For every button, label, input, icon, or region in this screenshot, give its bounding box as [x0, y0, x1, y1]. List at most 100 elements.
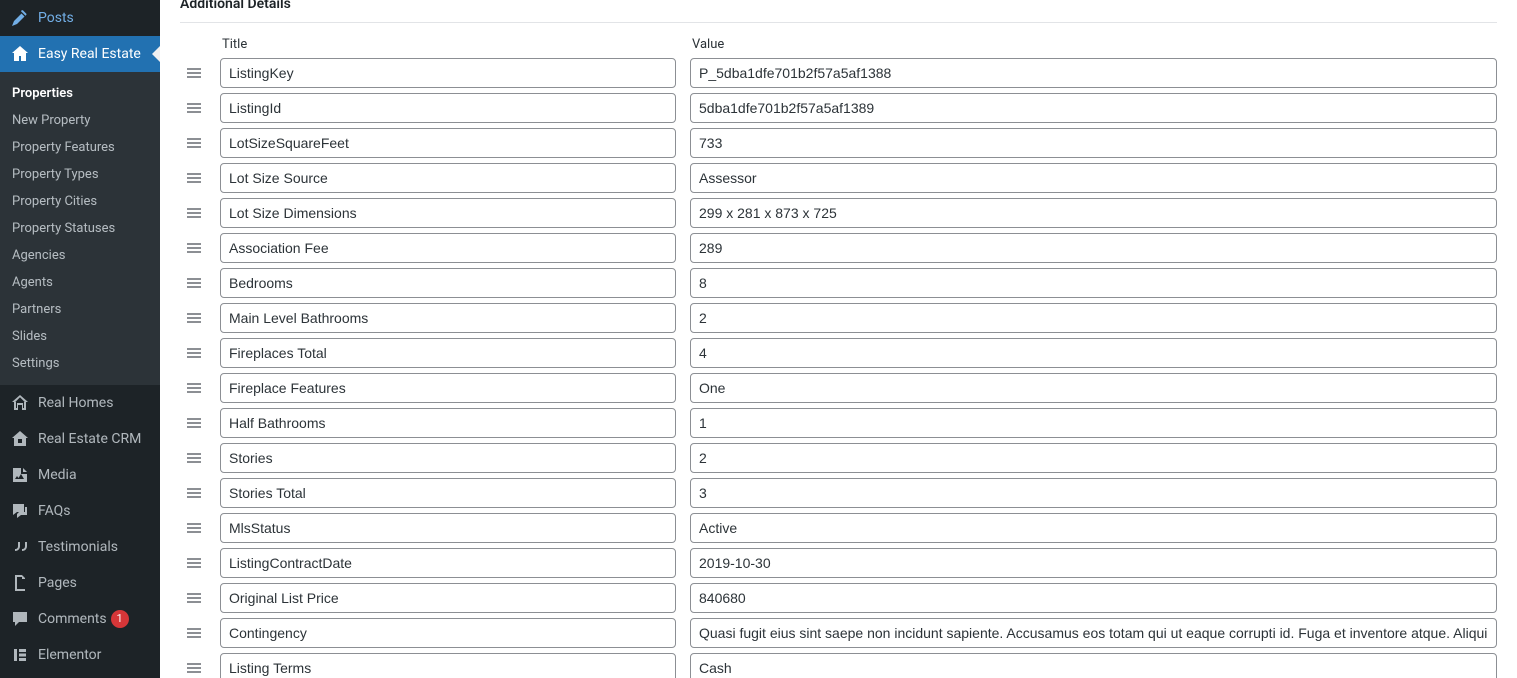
detail-title-input[interactable] [220, 233, 676, 263]
detail-title-input[interactable] [220, 198, 676, 228]
detail-title-input[interactable] [220, 408, 676, 438]
sidebar-item-slides[interactable]: Slides [0, 323, 160, 350]
detail-title-input[interactable] [220, 268, 676, 298]
sidebar-item-pages[interactable]: Pages [0, 565, 160, 601]
sidebar-item-posts[interactable]: Posts [0, 0, 160, 36]
drag-handle-icon[interactable] [180, 553, 220, 573]
drag-handle-icon[interactable] [180, 623, 220, 643]
house-icon [10, 44, 30, 64]
detail-title-input[interactable] [220, 128, 676, 158]
detail-value-input[interactable] [690, 128, 1497, 158]
drag-handle-icon[interactable] [180, 133, 220, 153]
detail-row [180, 268, 1497, 298]
sidebar-item-agencies[interactable]: Agencies [0, 242, 160, 269]
drag-handle-icon[interactable] [180, 98, 220, 118]
detail-value-input[interactable] [690, 513, 1497, 543]
house-outline-icon [10, 393, 30, 413]
detail-row [180, 548, 1497, 578]
sidebar-item-property-cities[interactable]: Property Cities [0, 188, 160, 215]
detail-value-input[interactable] [690, 58, 1497, 88]
sidebar-item-real-homes[interactable]: Real Homes [0, 385, 160, 421]
detail-row [180, 513, 1497, 543]
detail-value-input[interactable] [690, 303, 1497, 333]
drag-handle-icon[interactable] [180, 273, 220, 293]
sidebar-item-media[interactable]: Media [0, 457, 160, 493]
detail-title-input[interactable] [220, 618, 676, 648]
sidebar-item-label: Comments [38, 611, 107, 627]
sidebar-item-properties[interactable]: Properties [0, 80, 160, 107]
drag-handle-icon[interactable] [180, 63, 220, 83]
detail-row [180, 408, 1497, 438]
drag-handle-icon[interactable] [180, 518, 220, 538]
drag-handle-icon[interactable] [180, 448, 220, 468]
detail-value-input[interactable] [690, 93, 1497, 123]
detail-value-input[interactable] [690, 443, 1497, 473]
detail-value-input[interactable] [690, 163, 1497, 193]
sidebar-item-testimonials[interactable]: Testimonials [0, 529, 160, 565]
detail-title-input[interactable] [220, 303, 676, 333]
detail-title-input[interactable] [220, 583, 676, 613]
detail-row [180, 478, 1497, 508]
drag-handle-icon[interactable] [180, 308, 220, 328]
sidebar-item-label: Real Homes [38, 395, 113, 411]
detail-value-input[interactable] [690, 478, 1497, 508]
header-title-column: Title [220, 37, 690, 52]
sidebar-item-new-property[interactable]: New Property [0, 107, 160, 134]
detail-title-input[interactable] [220, 513, 676, 543]
detail-title-input[interactable] [220, 373, 676, 403]
detail-row [180, 93, 1497, 123]
drag-handle-icon[interactable] [180, 483, 220, 503]
media-icon [10, 465, 30, 485]
detail-value-input[interactable] [690, 338, 1497, 368]
detail-title-input[interactable] [220, 93, 676, 123]
sidebar-item-comments[interactable]: Comments 1 [0, 601, 160, 637]
details-rows [180, 58, 1497, 678]
detail-title-input[interactable] [220, 443, 676, 473]
sidebar-item-property-types[interactable]: Property Types [0, 161, 160, 188]
detail-row [180, 303, 1497, 333]
sidebar-item-easy-real-estate[interactable]: Easy Real Estate [0, 36, 160, 72]
detail-value-input[interactable] [690, 373, 1497, 403]
sidebar-item-elementor[interactable]: Elementor [0, 637, 160, 673]
sidebar-item-partners[interactable]: Partners [0, 296, 160, 323]
drag-handle-icon[interactable] [180, 343, 220, 363]
details-header-row: Title Value [180, 37, 1497, 52]
sidebar-item-label: Pages [38, 575, 77, 591]
detail-value-input[interactable] [690, 408, 1497, 438]
drag-handle-icon[interactable] [180, 203, 220, 223]
drag-handle-icon[interactable] [180, 413, 220, 433]
sidebar-item-agents[interactable]: Agents [0, 269, 160, 296]
drag-handle-icon[interactable] [180, 168, 220, 188]
detail-value-input[interactable] [690, 653, 1497, 678]
detail-row [180, 443, 1497, 473]
detail-value-input[interactable] [690, 548, 1497, 578]
detail-row [180, 338, 1497, 368]
detail-title-input[interactable] [220, 163, 676, 193]
detail-title-input[interactable] [220, 478, 676, 508]
drag-handle-icon[interactable] [180, 238, 220, 258]
sidebar-item-settings[interactable]: Settings [0, 350, 160, 377]
detail-value-input[interactable] [690, 198, 1497, 228]
sidebar-item-faqs[interactable]: FAQs [0, 493, 160, 529]
detail-row [180, 163, 1497, 193]
drag-handle-icon[interactable] [180, 588, 220, 608]
sidebar-item-label: Media [38, 467, 77, 483]
sidebar-item-property-features[interactable]: Property Features [0, 134, 160, 161]
sidebar-item-property-statuses[interactable]: Property Statuses [0, 215, 160, 242]
sidebar-item-real-estate-crm[interactable]: Real Estate CRM [0, 421, 160, 457]
detail-title-input[interactable] [220, 548, 676, 578]
sidebar-item-label: Elementor [38, 647, 101, 663]
sidebar-item-label: Testimonials [38, 539, 118, 555]
detail-value-input[interactable] [690, 618, 1497, 648]
drag-handle-icon[interactable] [180, 658, 220, 678]
detail-title-input[interactable] [220, 653, 676, 678]
detail-title-input[interactable] [220, 338, 676, 368]
house-arrow-icon [10, 429, 30, 449]
detail-value-input[interactable] [690, 583, 1497, 613]
sidebar-item-label: FAQs [38, 503, 71, 519]
detail-value-input[interactable] [690, 233, 1497, 263]
drag-handle-icon[interactable] [180, 378, 220, 398]
detail-title-input[interactable] [220, 58, 676, 88]
detail-row [180, 128, 1497, 158]
detail-value-input[interactable] [690, 268, 1497, 298]
